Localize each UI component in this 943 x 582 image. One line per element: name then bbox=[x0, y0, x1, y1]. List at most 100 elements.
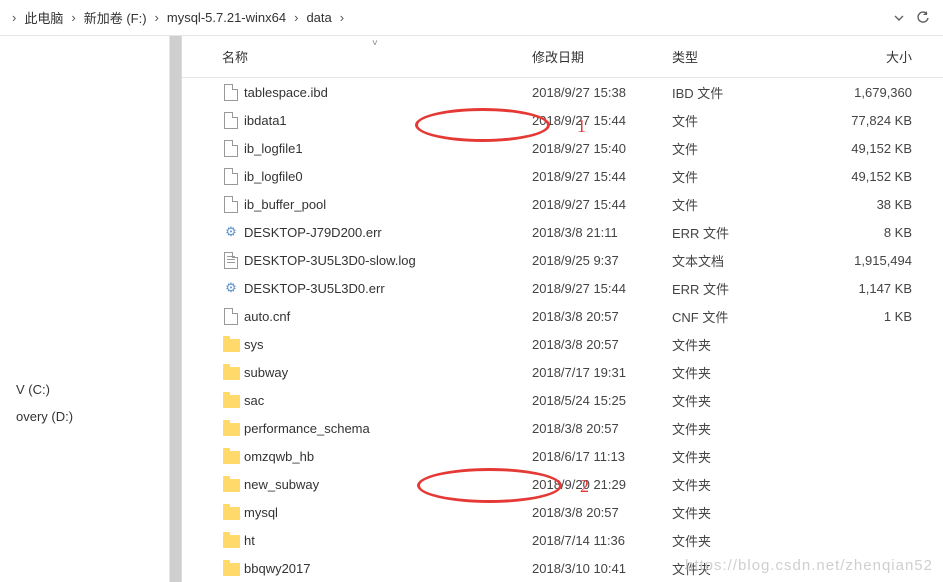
file-date: 2018/9/27 15:38 bbox=[532, 85, 672, 100]
file-date: 2018/5/24 15:25 bbox=[532, 393, 672, 408]
folder-icon bbox=[222, 391, 240, 409]
file-row[interactable]: sac2018/5/24 15:25文件夹 bbox=[182, 386, 943, 414]
file-date: 2018/3/8 20:57 bbox=[532, 337, 672, 352]
file-date: 2018/9/27 15:44 bbox=[532, 169, 672, 184]
refresh-button[interactable] bbox=[911, 6, 935, 30]
file-type: 文件 bbox=[672, 111, 822, 130]
folder-icon bbox=[222, 475, 240, 493]
file-date: 2018/6/17 11:13 bbox=[532, 449, 672, 464]
file-type: 文本文档 bbox=[672, 251, 822, 270]
file-name: mysql bbox=[244, 505, 278, 520]
file-name: sys bbox=[244, 337, 264, 352]
file-row[interactable]: ibdata12018/9/27 15:44文件77,824 KB bbox=[182, 106, 943, 134]
file-date: 2018/9/25 9:37 bbox=[532, 253, 672, 268]
sidebar-drive-d[interactable]: overy (D:) bbox=[0, 403, 169, 430]
file-size: 49,152 KB bbox=[822, 169, 932, 184]
nav-tree[interactable]: V (C:) overy (D:) bbox=[0, 36, 170, 582]
address-bar[interactable]: › 此电脑 › 新加卷 (F:) › mysql-5.7.21-winx64 ›… bbox=[0, 0, 943, 36]
settings-file-icon: ⚙ bbox=[222, 223, 240, 241]
watermark-text: https://blog.csdn.net/zhenqian52 bbox=[685, 557, 933, 574]
col-header-type[interactable]: 类型 bbox=[672, 47, 822, 66]
file-type: ERR 文件 bbox=[672, 279, 822, 298]
file-row[interactable]: mysql2018/3/8 20:57文件夹 bbox=[182, 498, 943, 526]
file-date: 2018/3/8 20:57 bbox=[532, 309, 672, 324]
folder-icon bbox=[222, 335, 240, 353]
file-name: tablespace.ibd bbox=[244, 85, 328, 100]
file-row[interactable]: new_subway2018/9/20 21:29文件夹 bbox=[182, 470, 943, 498]
chevron-right-icon: › bbox=[340, 10, 344, 25]
file-type: 文件夹 bbox=[672, 335, 822, 354]
folder-icon bbox=[222, 503, 240, 521]
file-name: ib_buffer_pool bbox=[244, 197, 326, 212]
file-size: 77,824 KB bbox=[822, 113, 932, 128]
file-size: 1 KB bbox=[822, 309, 932, 324]
settings-file-icon: ⚙ bbox=[222, 279, 240, 297]
file-type: 文件夹 bbox=[672, 363, 822, 382]
crumb-data[interactable]: data bbox=[302, 10, 335, 25]
file-row[interactable]: subway2018/7/17 19:31文件夹 bbox=[182, 358, 943, 386]
file-row[interactable]: performance_schema2018/3/8 20:57文件夹 bbox=[182, 414, 943, 442]
col-header-name[interactable]: 名称 bbox=[222, 47, 532, 66]
file-size: 38 KB bbox=[822, 197, 932, 212]
folder-icon bbox=[222, 419, 240, 437]
file-icon bbox=[222, 83, 240, 101]
folder-icon bbox=[222, 531, 240, 549]
crumb-drive[interactable]: 新加卷 (F:) bbox=[80, 8, 151, 27]
file-icon bbox=[222, 307, 240, 325]
file-row[interactable]: auto.cnf2018/3/8 20:57CNF 文件1 KB bbox=[182, 302, 943, 330]
file-name: ib_logfile1 bbox=[244, 141, 303, 156]
file-icon bbox=[222, 111, 240, 129]
col-header-size[interactable]: 大小 bbox=[822, 47, 932, 66]
file-row[interactable]: ⚙DESKTOP-J79D200.err2018/3/8 21:11ERR 文件… bbox=[182, 218, 943, 246]
file-size: 1,915,494 bbox=[822, 253, 932, 268]
file-row[interactable]: ht2018/7/14 11:36文件夹 bbox=[182, 526, 943, 554]
file-type: 文件夹 bbox=[672, 391, 822, 410]
folder-icon bbox=[222, 559, 240, 577]
file-name: subway bbox=[244, 365, 288, 380]
annotation-label-2: 2 bbox=[580, 476, 589, 497]
history-dropdown-button[interactable] bbox=[887, 6, 911, 30]
file-list[interactable]: tablespace.ibd2018/9/27 15:38IBD 文件1,679… bbox=[182, 78, 943, 582]
file-type: CNF 文件 bbox=[672, 307, 822, 326]
file-type: ERR 文件 bbox=[672, 223, 822, 242]
folder-icon bbox=[222, 363, 240, 381]
file-type: 文件夹 bbox=[672, 475, 822, 494]
file-name: DESKTOP-3U5L3D0-slow.log bbox=[244, 253, 416, 268]
file-date: 2018/3/8 20:57 bbox=[532, 421, 672, 436]
splitter[interactable] bbox=[170, 36, 182, 582]
chevron-right-icon: › bbox=[155, 10, 159, 25]
file-type: 文件夹 bbox=[672, 447, 822, 466]
file-row[interactable]: ib_logfile02018/9/27 15:44文件49,152 KB bbox=[182, 162, 943, 190]
crumb-thispc[interactable]: 此电脑 bbox=[20, 8, 67, 27]
file-icon bbox=[222, 195, 240, 213]
file-date: 2018/9/27 15:44 bbox=[532, 281, 672, 296]
file-date: 2018/9/20 21:29 bbox=[532, 477, 672, 492]
file-row[interactable]: ib_logfile12018/9/27 15:40文件49,152 KB bbox=[182, 134, 943, 162]
crumb-mysql[interactable]: mysql-5.7.21-winx64 bbox=[163, 10, 290, 25]
file-size: 1,147 KB bbox=[822, 281, 932, 296]
file-row[interactable]: sys 2018/3/8 20:57文件夹 bbox=[182, 330, 943, 358]
file-type: 文件 bbox=[672, 167, 822, 186]
file-type: 文件夹 bbox=[672, 531, 822, 550]
col-header-date[interactable]: 修改日期 bbox=[532, 47, 672, 66]
file-date: 2018/9/27 15:44 bbox=[532, 197, 672, 212]
file-size: 49,152 KB bbox=[822, 141, 932, 156]
file-name: DESKTOP-3U5L3D0.err bbox=[244, 281, 385, 296]
file-name: performance_schema bbox=[244, 421, 370, 436]
file-row[interactable]: tablespace.ibd2018/9/27 15:38IBD 文件1,679… bbox=[182, 78, 943, 106]
file-icon bbox=[222, 167, 240, 185]
file-row[interactable]: ⚙ DESKTOP-3U5L3D0.err 2018/9/27 15:44ERR 文… bbox=[182, 274, 943, 302]
file-type: IBD 文件 bbox=[672, 83, 822, 102]
file-date: 2018/9/27 15:44 bbox=[532, 113, 672, 128]
file-name: DESKTOP-J79D200.err bbox=[244, 225, 382, 240]
file-row[interactable]: ib_buffer_pool2018/9/27 15:44文件38 KB bbox=[182, 190, 943, 218]
file-size: 8 KB bbox=[822, 225, 932, 240]
file-icon bbox=[222, 139, 240, 157]
chevron-right-icon: › bbox=[12, 10, 16, 25]
file-row[interactable]: omzqwb_hb2018/6/17 11:13文件夹 bbox=[182, 442, 943, 470]
annotation-label-1: 1 bbox=[577, 116, 586, 137]
chevron-right-icon: › bbox=[294, 10, 298, 25]
sidebar-drive-c[interactable]: V (C:) bbox=[0, 376, 169, 403]
sidebar-thispc-2[interactable] bbox=[0, 430, 169, 442]
file-row[interactable]: DESKTOP-3U5L3D0-slow.log 2018/9/25 9:37文本… bbox=[182, 246, 943, 274]
